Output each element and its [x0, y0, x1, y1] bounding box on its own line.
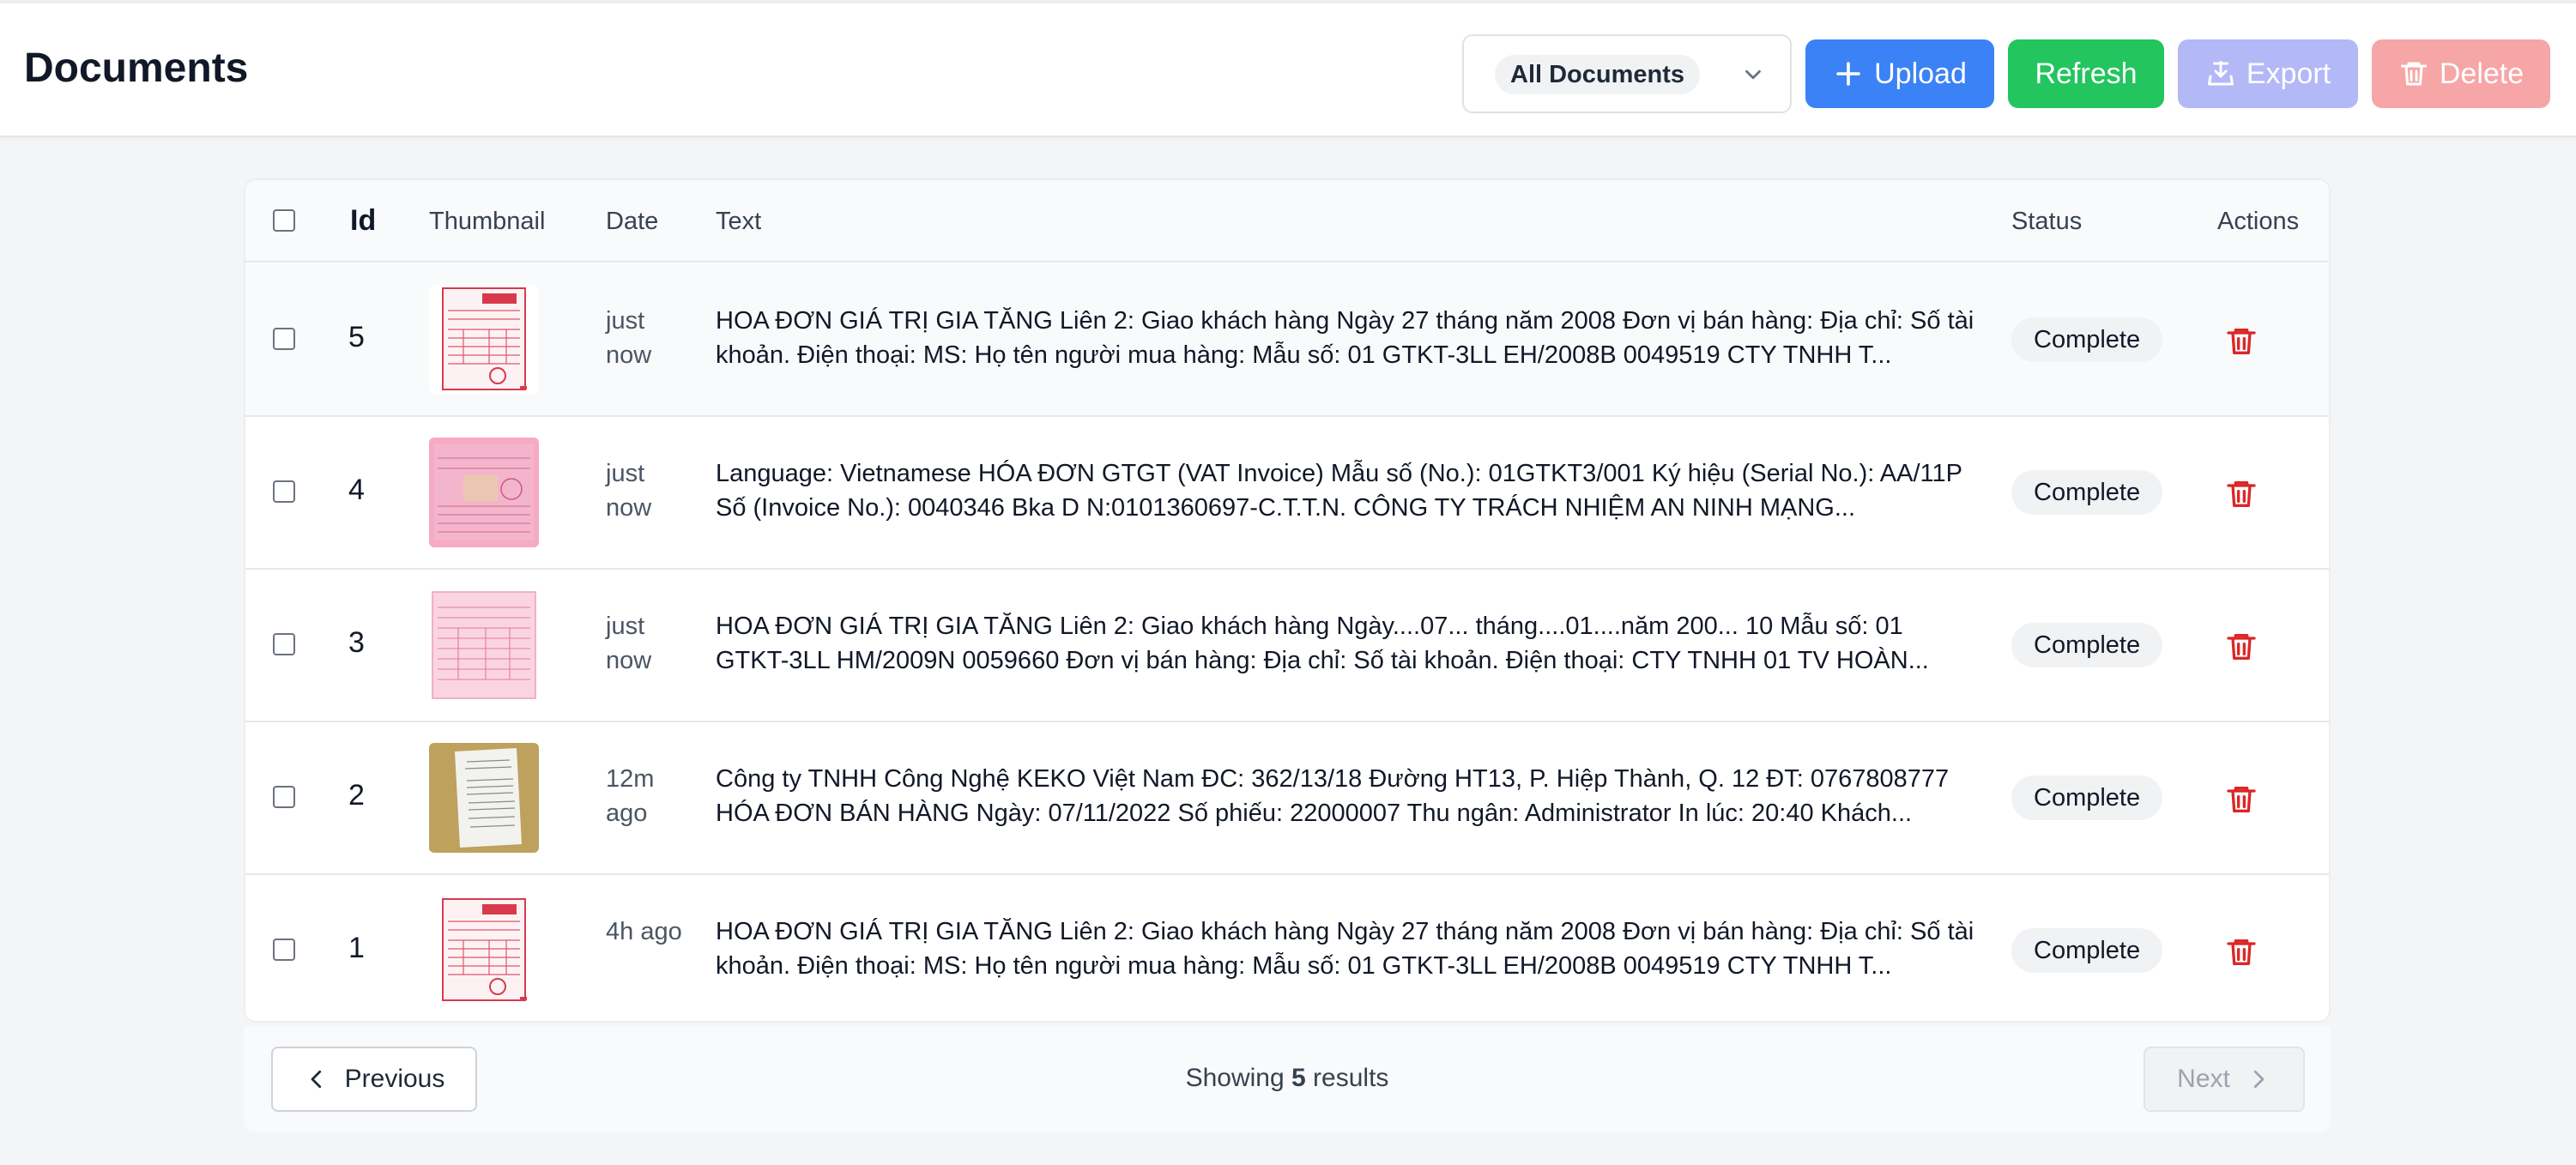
documents-page: Documents All Documents Upload Refresh E… — [0, 0, 2576, 1165]
row-date: 12m ago — [606, 765, 655, 827]
table-row[interactable]: 1 4h ago HOA ĐƠN GIÁ TRỊ GIA TĂNG Liên 2… — [245, 875, 2329, 1021]
row-delete-trash-icon[interactable] — [2224, 477, 2259, 511]
results-count: 5 — [1291, 1064, 1306, 1092]
row-checkbox[interactable] — [273, 786, 295, 808]
row-date: just now — [606, 613, 652, 674]
invoice-thumbnail-image — [429, 590, 539, 700]
row-delete-trash-icon[interactable] — [2224, 935, 2259, 969]
invoice-thumbnail-image — [429, 896, 539, 1005]
row-id: 2 — [348, 779, 365, 812]
results-summary: Showing 5 results — [244, 1064, 2331, 1093]
row-id: 3 — [348, 626, 365, 659]
select-all-checkbox[interactable] — [273, 209, 295, 232]
invoice-thumbnail-image — [429, 438, 539, 547]
column-header-text: Text — [716, 208, 762, 235]
row-text: HOA ĐƠN GIÁ TRỊ GIA TĂNG Liên 2: Giao kh… — [716, 918, 1974, 980]
row-date: just now — [606, 307, 652, 369]
row-text: HOA ĐƠN GIÁ TRỊ GIA TĂNG Liên 2: Giao kh… — [716, 613, 1929, 674]
row-checkbox[interactable] — [273, 480, 295, 503]
pagination: Previous Showing 5 results Next — [244, 1026, 2331, 1132]
row-text: Công ty TNHH Công Nghệ KEKO Việt Nam ĐC:… — [716, 765, 1950, 827]
filter-selected-value: All Documents — [1495, 55, 1701, 94]
next-page-button[interactable]: Next — [2144, 1047, 2305, 1112]
document-thumbnail[interactable] — [429, 896, 539, 1005]
row-delete-trash-icon[interactable] — [2224, 630, 2259, 664]
table-row[interactable]: 2 12m ago Công ty TNHH Công Nghệ KEKO Vi… — [245, 722, 2329, 875]
receipt-thumbnail-image — [429, 743, 539, 853]
column-header-status: Status — [2011, 208, 2083, 235]
trash-icon — [2400, 62, 2427, 86]
column-header-actions: Actions — [2217, 208, 2300, 235]
delete-button-label: Delete — [2439, 57, 2525, 90]
upload-button[interactable]: Upload — [1805, 39, 1994, 108]
refresh-button-label: Refresh — [2035, 57, 2138, 90]
status-badge: Complete — [2011, 470, 2163, 515]
export-button-label: Export — [2246, 57, 2331, 90]
upload-button-label: Upload — [1874, 57, 1967, 90]
row-id: 5 — [348, 321, 365, 353]
chevron-down-icon — [1745, 69, 1761, 80]
next-label: Next — [2177, 1065, 2230, 1093]
row-delete-trash-icon[interactable] — [2224, 782, 2259, 817]
row-delete-trash-icon[interactable] — [2224, 324, 2259, 359]
row-date: just now — [606, 460, 652, 522]
document-thumbnail[interactable] — [429, 438, 539, 547]
delete-button[interactable]: Delete — [2372, 39, 2550, 108]
documents-table: Id Thumbnail Date Text Status Actions 5 — [244, 178, 2331, 1023]
status-badge: Complete — [2011, 928, 2163, 973]
table-row[interactable]: 5 just now HOA ĐƠN GIÁ TRỊ GIA TĂNG Liên… — [245, 264, 2329, 417]
document-filter-select[interactable]: All Documents — [1462, 34, 1792, 113]
header: Documents All Documents Upload Refresh E… — [0, 0, 2576, 137]
export-icon — [2207, 61, 2234, 86]
refresh-button[interactable]: Refresh — [2008, 39, 2164, 108]
page-title: Documents — [24, 45, 249, 91]
status-badge: Complete — [2011, 623, 2163, 667]
row-id: 1 — [348, 932, 365, 964]
showing-suffix: results — [1313, 1064, 1389, 1092]
column-header-date[interactable]: Date — [606, 208, 658, 236]
export-button[interactable]: Export — [2178, 39, 2358, 108]
invoice-thumbnail-image — [429, 285, 539, 395]
row-date: 4h ago — [606, 918, 682, 945]
row-checkbox[interactable] — [273, 939, 295, 961]
document-thumbnail[interactable] — [429, 285, 539, 395]
status-badge: Complete — [2011, 776, 2163, 820]
status-badge: Complete — [2011, 317, 2163, 362]
table-header: Id Thumbnail Date Text Status Actions — [245, 180, 2329, 263]
chevron-right-icon — [2253, 1070, 2265, 1089]
table-row[interactable]: 3 just now HOA ĐƠN GIÁ TRỊ GIA TĂNG Liên… — [245, 570, 2329, 722]
table-row[interactable]: 4 just now Language: Vietnamese HÓA ĐƠN … — [245, 417, 2329, 570]
row-text: Language: Vietnamese HÓA ĐƠN GTGT (VAT I… — [716, 460, 1962, 522]
plus-icon — [1836, 62, 1860, 86]
document-thumbnail[interactable] — [429, 590, 539, 700]
column-header-id[interactable]: Id — [350, 204, 376, 238]
column-header-thumbnail: Thumbnail — [429, 208, 546, 235]
row-checkbox[interactable] — [273, 328, 295, 350]
showing-prefix: Showing — [1185, 1064, 1285, 1092]
row-text: HOA ĐƠN GIÁ TRỊ GIA TĂNG Liên 2: Giao kh… — [716, 307, 1974, 369]
row-id: 4 — [348, 474, 365, 506]
document-thumbnail[interactable] — [429, 743, 539, 853]
row-checkbox[interactable] — [273, 633, 295, 655]
